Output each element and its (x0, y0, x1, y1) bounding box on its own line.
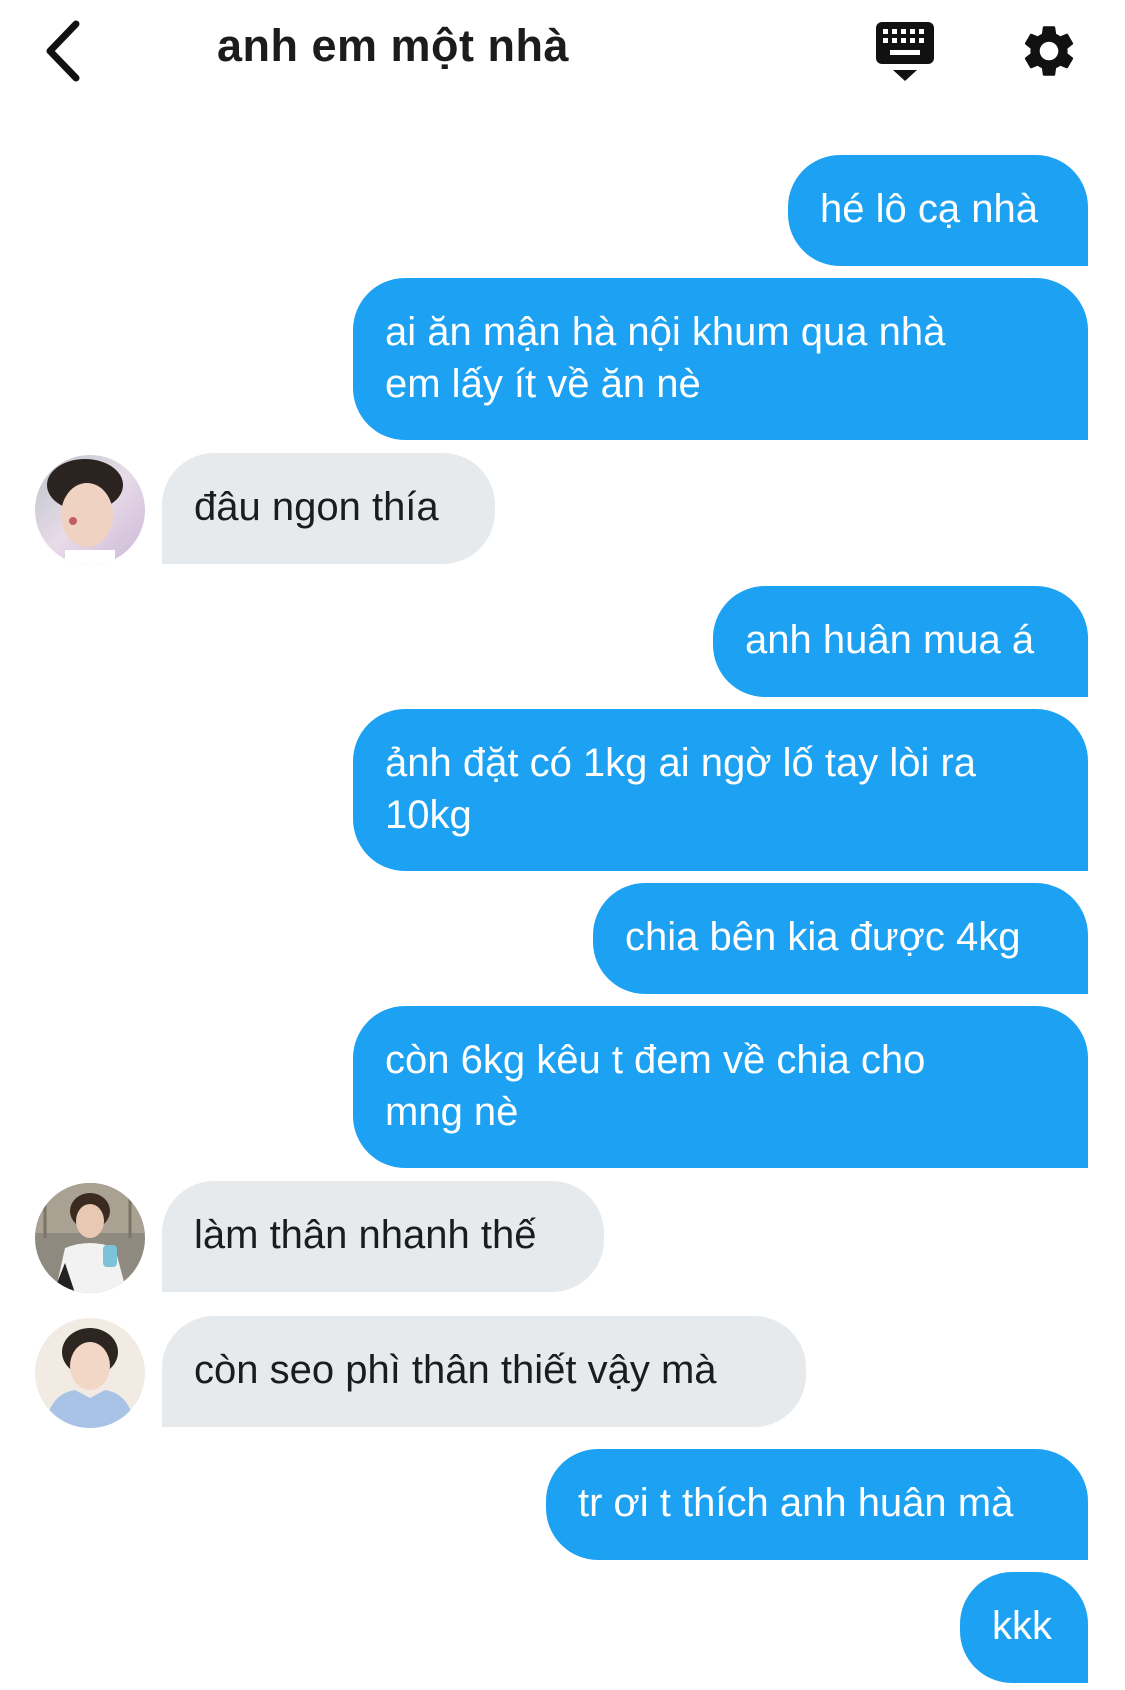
settings-button[interactable] (1018, 20, 1080, 82)
message-text: ảnh đặt có 1kg ai ngờ lố tay lòi ra (385, 741, 977, 785)
avatar-photo (35, 455, 145, 565)
message-bubble-outgoing[interactable]: kkk (960, 1572, 1088, 1683)
avatar[interactable] (35, 455, 145, 565)
message-bubble-incoming[interactable]: đâu ngon thía (162, 453, 495, 564)
message-text: còn seo phì thân thiết vậy mà (194, 1348, 717, 1392)
message-bubble-incoming[interactable]: còn seo phì thân thiết vậy mà (162, 1316, 806, 1427)
keyboard-button[interactable] (872, 18, 938, 84)
chat-header: anh em một nhà (0, 0, 1125, 110)
avatar-photo (35, 1318, 145, 1428)
message-bubble-outgoing[interactable]: ảnh đặt có 1kg ai ngờ lố tay lòi ra 10kg (353, 709, 1088, 871)
message-text: kkk (992, 1604, 1052, 1648)
avatar[interactable] (35, 1318, 145, 1428)
message-bubble-outgoing[interactable]: anh huân mua á (713, 586, 1088, 697)
message-text: đâu ngon thía (194, 485, 439, 529)
message-text: chia bên kia được 4kg (625, 915, 1021, 959)
message-text: em lấy ít về ăn nè (385, 362, 701, 406)
message-text: hé lô cạ nhà (820, 187, 1038, 231)
back-button[interactable] (36, 14, 96, 86)
page-title: anh em một nhà (217, 20, 570, 71)
avatar[interactable] (35, 1183, 145, 1293)
gear-icon (1024, 26, 1074, 76)
message-bubble-outgoing[interactable]: tr ơi t thích anh huân mà (546, 1449, 1088, 1560)
message-bubble-incoming[interactable]: làm thân nhanh thế (162, 1181, 604, 1292)
message-text: làm thân nhanh thế (194, 1213, 537, 1257)
message-bubble-outgoing[interactable]: hé lô cạ nhà (788, 155, 1088, 266)
avatar-photo (35, 1183, 145, 1293)
message-text: ai ăn mận hà nội khum qua nhà (385, 310, 946, 354)
message-text: 10kg (385, 793, 472, 837)
message-text: mng nè (385, 1090, 519, 1134)
keyboard-icon (876, 22, 934, 81)
message-text: tr ơi t thích anh huân mà (578, 1481, 1014, 1525)
message-text: anh huân mua á (745, 618, 1035, 662)
message-bubble-outgoing[interactable]: còn 6kg kêu t đem về chia cho mng nè (353, 1006, 1088, 1168)
chevron-left-icon (46, 20, 80, 82)
message-bubble-outgoing[interactable]: chia bên kia được 4kg (593, 883, 1088, 994)
message-bubble-outgoing[interactable]: ai ăn mận hà nội khum qua nhà em lấy ít … (353, 278, 1088, 440)
message-text: còn 6kg kêu t đem về chia cho (385, 1038, 926, 1082)
